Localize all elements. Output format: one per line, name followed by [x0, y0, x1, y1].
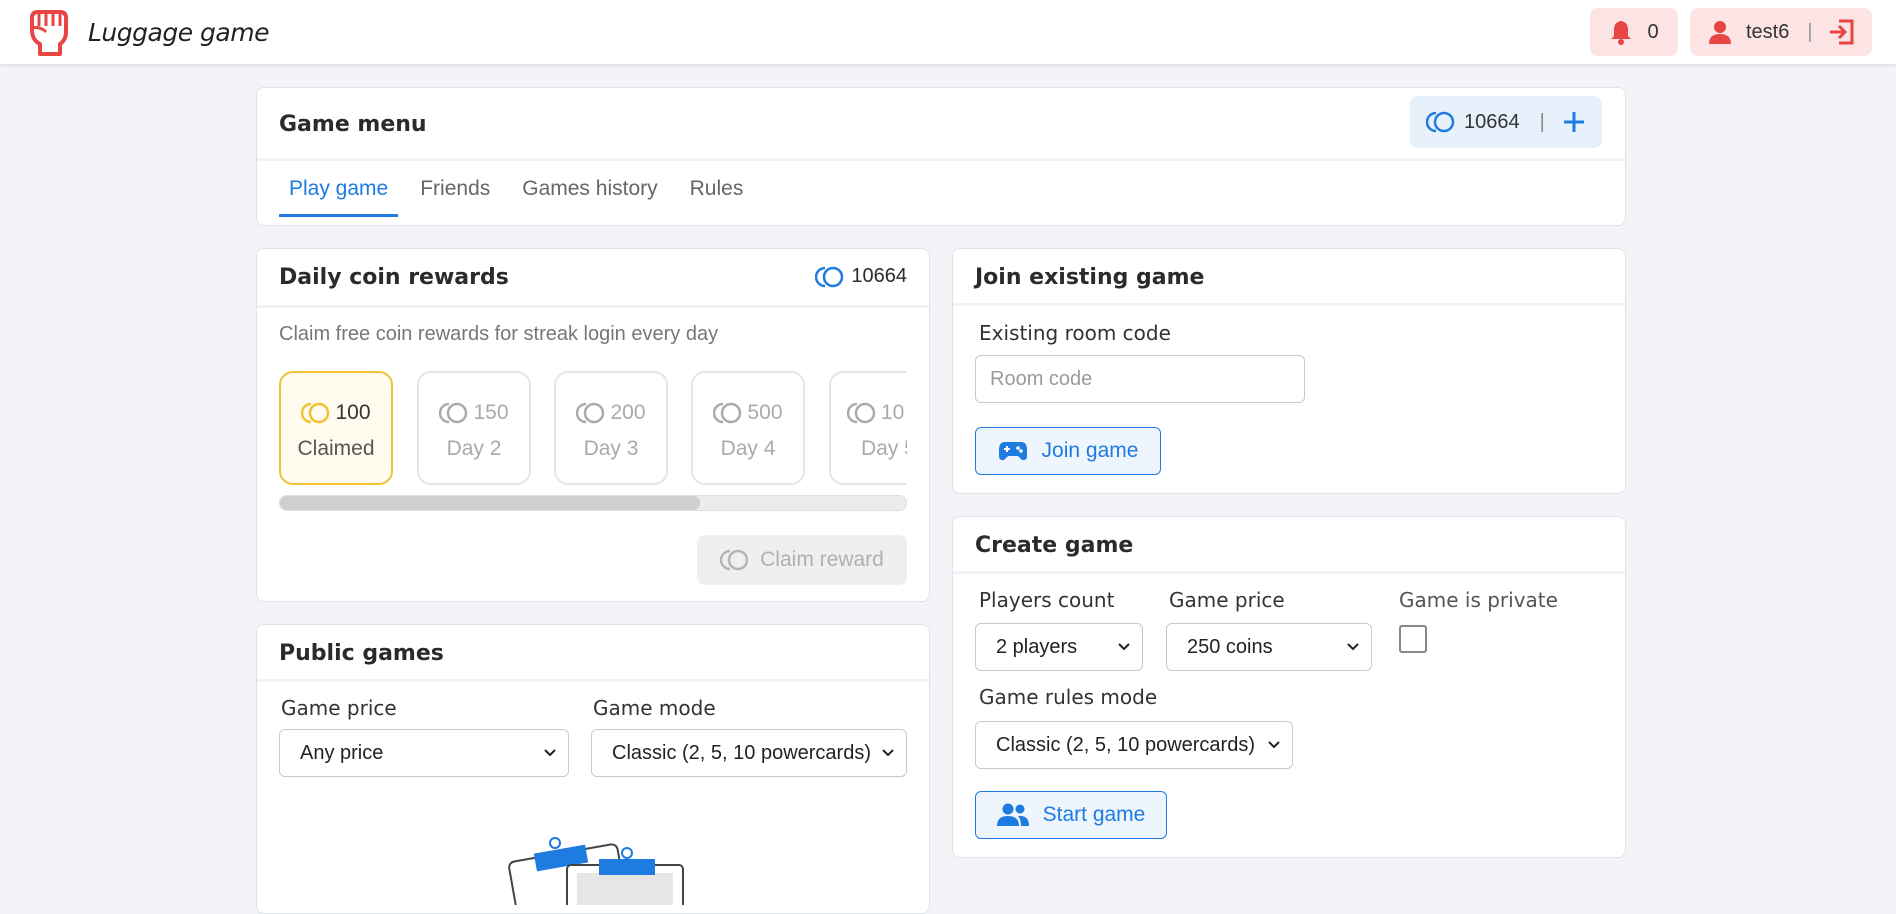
plus-icon[interactable]	[1563, 111, 1585, 133]
room-code-label: Existing room code	[979, 321, 1171, 345]
tab-play-game[interactable]: Play game	[279, 174, 399, 217]
day-reward-3[interactable]: 200 Day 3	[554, 371, 668, 485]
divider	[953, 571, 1625, 574]
logout-icon[interactable]	[1827, 18, 1855, 46]
app-title[interactable]: Luggage game	[88, 18, 269, 47]
start-game-label: Start game	[1042, 803, 1146, 826]
claim-reward-button[interactable]: Claim reward	[697, 535, 907, 585]
create-price-select[interactable]: 250 coins	[1166, 623, 1372, 671]
coin-balance: 10664 |	[1410, 96, 1602, 148]
day-reward-label: Day 3	[583, 437, 639, 460]
public-mode-label: Game mode	[593, 696, 716, 720]
public-games-card: Public games Game price Any price Game m…	[256, 624, 930, 914]
private-label: Game is private	[1399, 588, 1558, 612]
day-reward-amount: 100	[335, 401, 371, 424]
create-price-value: 250 coins	[1187, 635, 1273, 658]
coin-icon	[439, 402, 468, 424]
game-menu-card: Game menu 10664 | Play game Friends Game…	[256, 87, 1626, 226]
create-price-label: Game price	[1169, 588, 1285, 612]
players-count-label: Players count	[979, 588, 1115, 612]
tab-rules[interactable]: Rules	[680, 174, 754, 214]
bell-icon	[1611, 21, 1632, 45]
join-game-card: Join existing game Existing room code Ro…	[952, 248, 1626, 494]
day-reward-amount: 10	[881, 401, 905, 424]
day-reward-label: Day 2	[446, 437, 502, 460]
day-reward-amount-row: 100	[281, 401, 391, 425]
public-mode-value: Classic (2, 5, 10 powercards)	[612, 741, 871, 764]
chevron-down-icon	[1268, 741, 1280, 749]
rewards-scrollbar[interactable]	[279, 495, 907, 511]
public-games-title: Public games	[279, 641, 444, 666]
coin-icon	[847, 402, 876, 424]
coin-balance-value: 10664	[1464, 110, 1520, 133]
divider	[257, 679, 929, 682]
room-code-placeholder: Room code	[990, 367, 1093, 390]
private-checkbox[interactable]	[1399, 625, 1427, 653]
day-reward-label: Day 4	[720, 437, 776, 460]
create-game-title: Create game	[975, 533, 1134, 558]
claim-reward-label: Claim reward	[760, 548, 884, 571]
daily-rewards-card: Daily coin rewards 10664 Claim free coin…	[256, 248, 930, 602]
coin-icon	[720, 549, 749, 571]
day-reward-amount-row: 150	[419, 401, 529, 425]
create-game-card: Create game Players count 2 players Game…	[952, 516, 1626, 858]
rules-mode-select[interactable]: Classic (2, 5, 10 powercards)	[975, 721, 1293, 769]
day-rewards-strip: 100 Claimed 150 Day 2 200 Day 3 500 Day …	[279, 249, 907, 499]
separator: |	[1807, 20, 1813, 43]
coin-icon	[713, 402, 742, 424]
chevron-down-icon	[1347, 643, 1359, 651]
coin-icon	[576, 402, 605, 424]
raised-fist-logo-icon[interactable]	[24, 6, 74, 58]
day-reward-5[interactable]: 10 Day 5	[829, 371, 907, 485]
chevron-down-icon	[882, 749, 894, 757]
coin-icon	[301, 402, 330, 424]
day-reward-amount-row: 500	[693, 401, 803, 425]
chevron-down-icon	[1118, 643, 1130, 651]
rules-mode-value: Classic (2, 5, 10 powercards)	[996, 733, 1255, 756]
user-icon	[1709, 21, 1731, 44]
join-game-button[interactable]: Join game	[975, 427, 1161, 475]
room-code-input[interactable]: Room code	[975, 355, 1305, 403]
username: test6	[1746, 20, 1790, 43]
divider	[257, 158, 1625, 161]
day-reward-1[interactable]: 100 Claimed	[279, 371, 393, 485]
join-game-label: Join game	[1041, 439, 1139, 462]
gamepad-icon	[998, 442, 1027, 461]
players-count-select[interactable]: 2 players	[975, 623, 1143, 671]
notifications-button[interactable]: 0	[1590, 8, 1678, 56]
day-reward-amount: 500	[747, 401, 783, 424]
separator: |	[1539, 110, 1545, 133]
day-reward-amount: 200	[610, 401, 646, 424]
scrollbar-thumb[interactable]	[280, 496, 700, 510]
day-reward-label: Claimed	[297, 437, 375, 460]
divider	[953, 303, 1625, 306]
top-bar: Luggage game 0 test6 |	[0, 0, 1896, 64]
day-reward-amount-row: 200	[556, 401, 666, 425]
players-count-value: 2 players	[996, 635, 1078, 658]
tab-friends[interactable]: Friends	[410, 174, 500, 214]
public-price-select[interactable]: Any price	[279, 729, 569, 777]
day-reward-amount-row: 10	[831, 401, 907, 425]
public-price-value: Any price	[300, 741, 384, 764]
start-game-button[interactable]: Start game	[975, 791, 1167, 839]
day-reward-label: Day 5	[861, 437, 907, 460]
public-mode-select[interactable]: Classic (2, 5, 10 powercards)	[591, 729, 907, 777]
day-reward-2[interactable]: 150 Day 2	[417, 371, 531, 485]
notifications-count: 0	[1647, 20, 1659, 43]
user-menu[interactable]: test6 |	[1690, 8, 1872, 56]
tab-games-history[interactable]: Games history	[512, 174, 667, 214]
public-price-label: Game price	[281, 696, 397, 720]
tab-bar: Play game Friends Games history Rules	[279, 174, 765, 217]
empty-clipboards-illustration	[508, 837, 684, 905]
rules-mode-label: Game rules mode	[979, 685, 1158, 709]
day-reward-amount: 150	[473, 401, 509, 424]
join-game-title: Join existing game	[975, 265, 1205, 290]
day-reward-4[interactable]: 500 Day 4	[691, 371, 805, 485]
users-icon	[996, 803, 1029, 826]
chevron-down-icon	[544, 749, 556, 757]
coin-icon	[1426, 111, 1455, 133]
game-menu-title: Game menu	[279, 112, 427, 137]
